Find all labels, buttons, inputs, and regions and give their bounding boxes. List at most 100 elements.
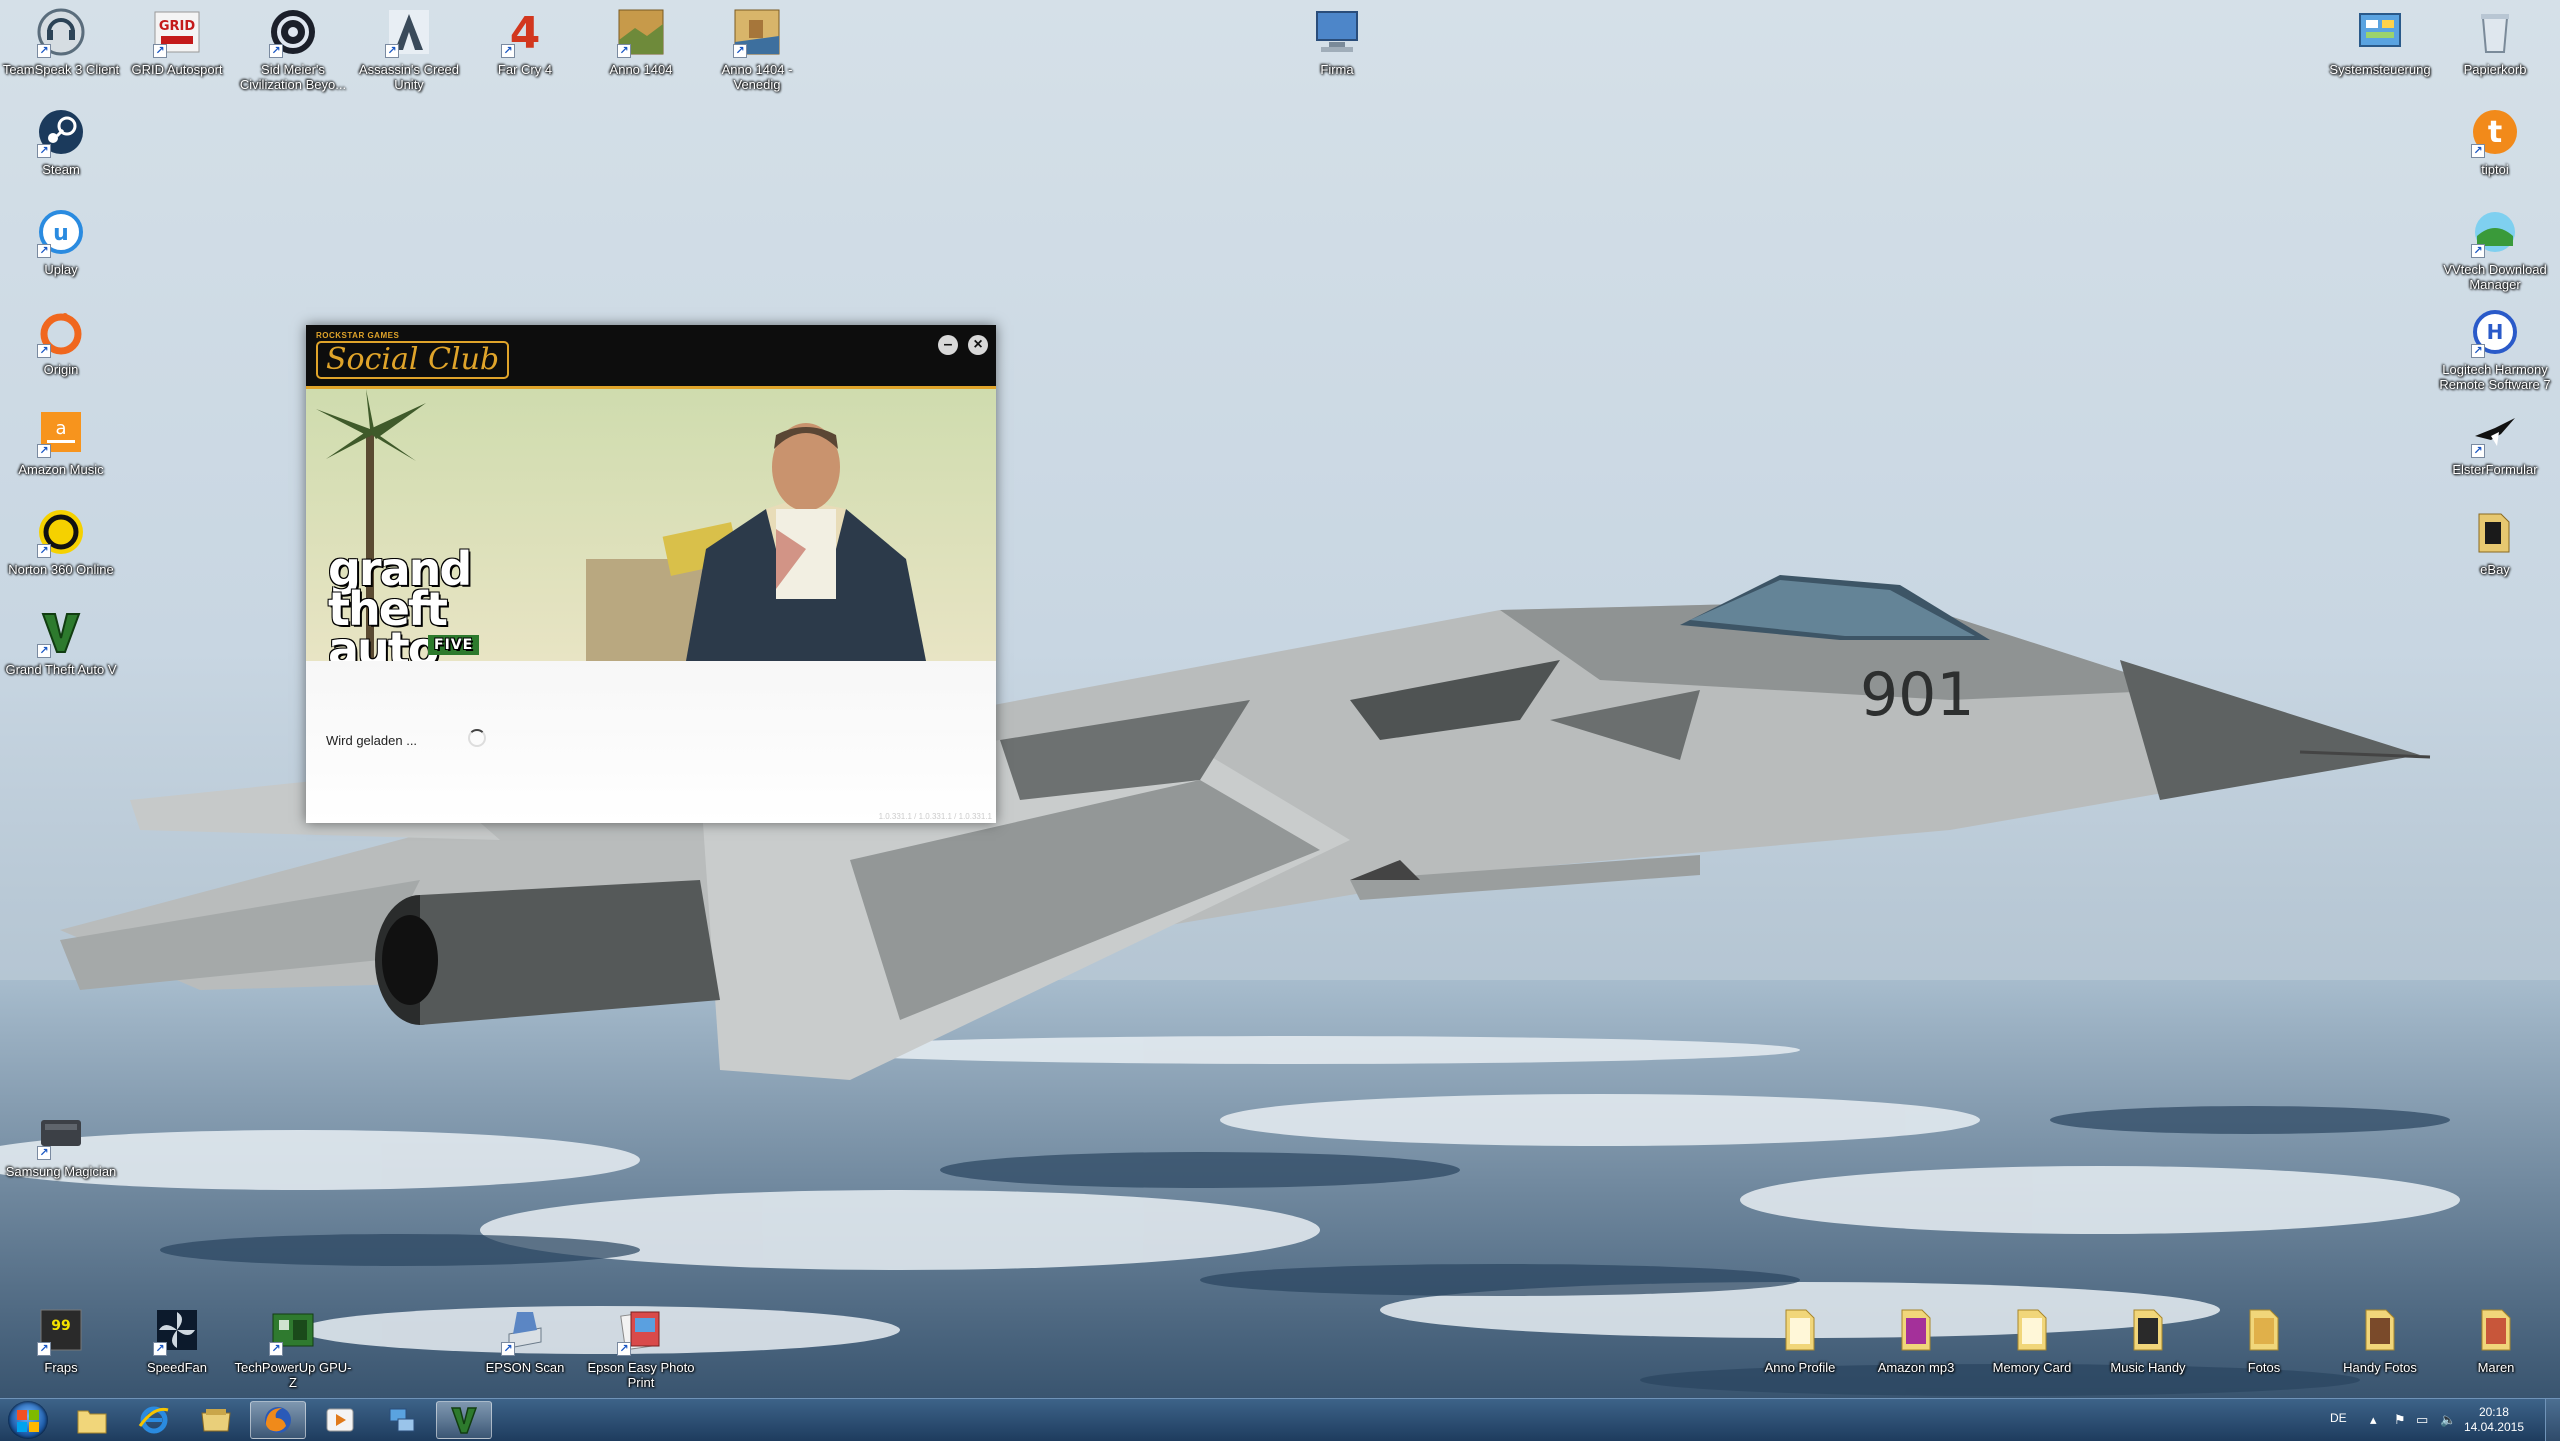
minimize-button[interactable]: – [938,335,958,355]
network-icon [389,1408,415,1432]
folder-icon [2354,1304,2406,1356]
desktop-icon-label: SpeedFan [147,1360,207,1375]
firefox-taskbar-button[interactable] [250,1401,306,1439]
desktop-icon-label: eBay [2480,562,2510,577]
shortcut-arrow-icon: ↗ [2471,444,2485,458]
desktop-icon-origin[interactable]: ↗ Origin [1,306,121,377]
norton-icon: ↗ [35,506,87,558]
desktop-icon-samsung-magician[interactable]: ↗ Samsung Magician [1,1108,121,1179]
language-indicator[interactable]: DE [2330,1411,2347,1425]
tiptoi-icon: t ↗ [2469,106,2521,158]
logitech-harmony-icon: H ↗ [2469,306,2521,358]
desktop-icon-label: Amazon Music [18,462,104,477]
desktop-icon-logitech-harmony[interactable]: H ↗ Logitech Harmony Remote Software 7 [2435,306,2555,392]
desktop-icon-firma[interactable]: Firma [1277,6,1397,77]
show-hidden-icons-icon[interactable]: ▴ [2370,1412,2377,1428]
desktop-icon-tiptoi[interactable]: t ↗ tiptoi [2435,106,2555,177]
uplay-icon: u ↗ [35,206,87,258]
desktop-folder-music-handy[interactable]: Music Handy [2088,1304,2208,1375]
show-desktop-button[interactable] [2545,1399,2560,1441]
shortcut-arrow-icon: ↗ [37,1342,51,1356]
desktop-icon-norton[interactable]: ↗ Norton 360 Online [1,506,121,577]
desktop-icon-fraps[interactable]: 99 ↗ Fraps [1,1304,121,1375]
gta-logo-five: FIVE [428,635,480,655]
internet-explorer-taskbar-button[interactable] [126,1401,182,1439]
desktop-icon-ebay[interactable]: eBay [2435,506,2555,577]
loading-text: Wird geladen ... [326,733,418,748]
shortcut-arrow-icon: ↗ [37,244,51,258]
explorer-taskbar-button[interactable] [64,1401,120,1439]
download-manager-icon: ↗ [2469,206,2521,258]
file-manager-taskbar-button[interactable] [188,1401,244,1439]
desktop-icon-label: TeamSpeak 3 Client [2,62,120,77]
desktop-icon-steam[interactable]: ↗ Steam [1,106,121,177]
desktop-icon-uplay[interactable]: u ↗ Uplay [1,206,121,277]
desktop-folder-fotos[interactable]: Fotos [2204,1304,2324,1375]
desktop-icon-label: Amazon mp3 [1877,1360,1955,1375]
desktop-folder-maren[interactable]: Maren [2436,1304,2556,1375]
desktop-folder-memory-card[interactable]: Memory Card [1972,1304,2092,1375]
desktop-icon-epson-scan[interactable]: ↗ EPSON Scan [465,1304,585,1375]
system-tray: DE ▴ ⚑ ▭ 🔈 20:18 14.04.2015 [2320,1399,2560,1441]
social-club-logo: ROCKSTAR GAMES Social Club [316,331,510,379]
desktop-folder-handy-fotos[interactable]: Handy Fotos [2320,1304,2440,1375]
desktop-icon-label: TechPowerUp GPU-Z [234,1360,352,1390]
desktop-folder-anno-profile[interactable]: Anno Profile [1740,1304,1860,1375]
desktop-icon-assassins-creed[interactable]: ↗ Assassin's Creed Unity [349,6,469,92]
shortcut-arrow-icon: ↗ [37,1146,51,1160]
shortcut-arrow-icon: ↗ [37,344,51,358]
desktop-icon-download-manager[interactable]: ↗ VVtech Download Manager [2435,206,2555,292]
start-button[interactable] [8,1401,48,1439]
clock-date: 14.04.2015 [2463,1420,2524,1434]
desktop-icon-gta-v[interactable]: ↗ Grand Theft Auto V [1,606,121,677]
desktop-icon-label: Origin [43,362,79,377]
shortcut-arrow-icon: ↗ [37,444,51,458]
epson-scan-icon: ↗ [499,1304,551,1356]
file-manager-icon [201,1409,231,1432]
shortcut-arrow-icon: ↗ [37,44,51,58]
desktop-icon-label: Epson Easy Photo Print [587,1360,695,1390]
close-icon: × [973,336,983,353]
shortcut-arrow-icon: ↗ [37,644,51,658]
desktop-icon-anno-1404-venedig[interactable]: ↗ Anno 1404 - Venedig [697,6,817,92]
desktop-folder-amazon-mp3[interactable]: Amazon mp3 [1856,1304,1976,1375]
desktop-icon-anno-1404[interactable]: ↗ Anno 1404 [581,6,701,77]
minimize-icon: – [943,336,953,353]
desktop-icon-speedfan[interactable]: ↗ SpeedFan [117,1304,237,1375]
close-button[interactable]: × [968,335,988,355]
action-center-flag-icon[interactable]: ⚑ [2394,1412,2406,1428]
desktop-icon-epson-photo[interactable]: ↗ Epson Easy Photo Print [581,1304,701,1390]
clock[interactable]: 20:18 14.04.2015 [2464,1405,2524,1435]
desktop-icon-grid-autosport[interactable]: GRID ↗ GRID Autosport [117,6,237,77]
folder-icon [1774,1304,1826,1356]
desktop-icon-far-cry-4[interactable]: 4 ↗ Far Cry 4 [465,6,585,77]
elster-icon: ↗ [2469,406,2521,458]
svg-text:H: H [2487,320,2504,344]
desktop-icon-amazon-music[interactable]: a ↗ Amazon Music [1,406,121,477]
windows-logo-icon [17,1410,39,1432]
desktop-icon-gpu-z[interactable]: ↗ TechPowerUp GPU-Z [233,1304,353,1390]
desktop-icon-civilization[interactable]: ↗ Sid Meier's Civilization Beyo... [233,6,353,92]
taskbar: DE ▴ ⚑ ▭ 🔈 20:18 14.04.2015 [0,1398,2560,1441]
civilization-icon: ↗ [267,6,319,58]
steam-icon: ↗ [35,106,87,158]
loading-spinner-icon [468,729,486,747]
social-club-window[interactable]: ROCKSTAR GAMES Social Club – × grand the… [306,325,996,823]
shortcut-arrow-icon: ↗ [617,1342,631,1356]
network-status-icon[interactable]: ▭ [2416,1412,2428,1428]
media-player-taskbar-button[interactable] [312,1401,368,1439]
volume-icon[interactable]: 🔈 [2440,1412,2456,1428]
social-club-titlebar[interactable]: ROCKSTAR GAMES Social Club – × [306,325,996,389]
recycle-bin-icon [2469,6,2521,58]
svg-text:GRID: GRID [159,19,196,34]
desktop-icon-teamspeak[interactable]: ↗ TeamSpeak 3 Client [1,6,121,77]
network-taskbar-button[interactable] [374,1401,430,1439]
desktop-icon-label: Fraps [44,1360,78,1375]
desktop-icon-label: Anno Profile [1764,1360,1836,1375]
desktop-icon-systemsteuerung[interactable]: Systemsteuerung [2320,6,2440,77]
speedfan-icon: ↗ [151,1304,203,1356]
desktop-icon-elster[interactable]: ↗ ElsterFormular [2435,406,2555,477]
shortcut-arrow-icon: ↗ [501,44,515,58]
desktop-icon-papierkorb[interactable]: Papierkorb [2435,6,2555,77]
gta-v-taskbar-button[interactable] [436,1401,492,1439]
